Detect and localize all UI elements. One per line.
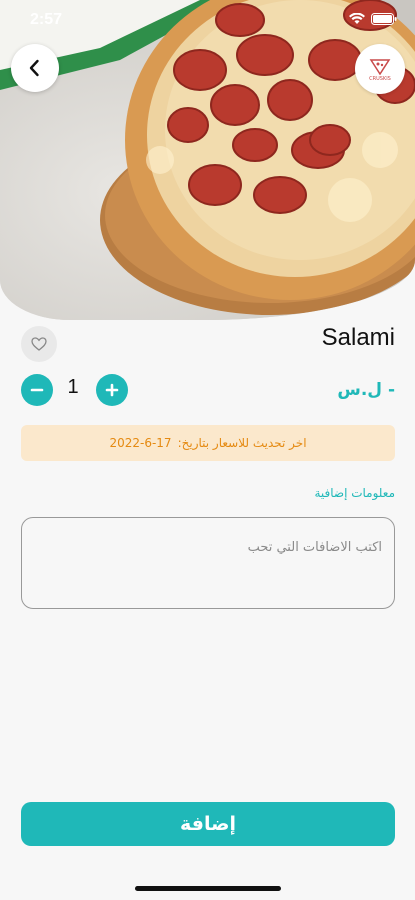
extras-input[interactable] [21, 517, 395, 609]
wifi-icon [349, 13, 365, 24]
add-to-cart-button[interactable]: إضافة [21, 802, 395, 846]
favorite-button[interactable] [21, 326, 57, 362]
logo-text: CRUSKIS [369, 75, 391, 82]
product-image [0, 0, 415, 320]
product-price: - ل.س [337, 380, 395, 400]
price-update-date: 2022-6-17 [109, 436, 172, 450]
chevron-left-icon [29, 59, 39, 77]
decrease-quantity-button[interactable] [21, 374, 53, 406]
extras-label: معلومات إضافية [314, 486, 395, 500]
status-bar: 2:57 [0, 0, 415, 44]
price-update-notice: اخر تحديث للاسعار بتاريخ: 2022-6-17 [21, 425, 395, 461]
pizza-photo [0, 0, 415, 320]
quantity-value: 1 [67, 376, 79, 398]
plus-icon [105, 383, 119, 397]
product-title: Salami [321, 324, 395, 351]
restaurant-logo: CRUSKIS [355, 44, 405, 94]
price-update-label: اخر تحديث للاسعار بتاريخ: [177, 436, 307, 450]
status-time: 2:57 [30, 11, 63, 28]
battery-icon [371, 13, 397, 25]
pizza-slice-logo-icon [369, 58, 391, 75]
back-button[interactable] [11, 44, 59, 92]
minus-icon [30, 388, 44, 392]
increase-quantity-button[interactable] [96, 374, 128, 406]
status-icons [349, 13, 397, 25]
home-indicator [135, 886, 281, 891]
heart-icon [31, 337, 47, 351]
